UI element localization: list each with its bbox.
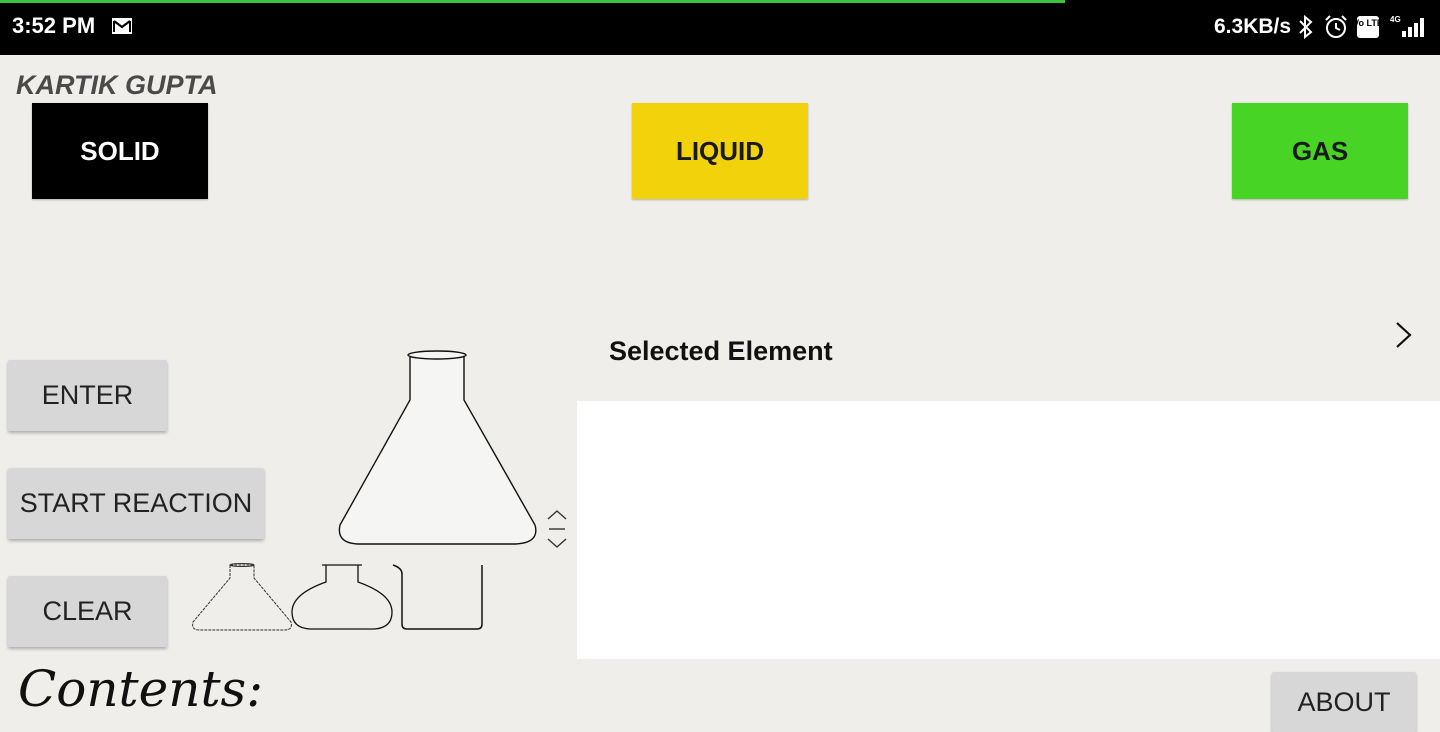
conical-flask-large-icon	[338, 350, 537, 545]
gmail-icon	[112, 18, 132, 34]
about-button[interactable]: ABOUT	[1272, 672, 1416, 732]
liquid-button[interactable]: LIQUID	[632, 103, 808, 199]
contents-label: Contents:	[18, 660, 264, 718]
volte-icon: Vo LTE	[1356, 16, 1380, 38]
status-bar: 3:52 PM 6.3KB/s Vo LTE 4G	[0, 0, 1440, 55]
alarm-icon	[1325, 15, 1347, 38]
conical-flask-icon[interactable]	[190, 562, 294, 632]
clear-button[interactable]: CLEAR	[8, 576, 167, 647]
beaker-icon[interactable]	[390, 562, 490, 634]
svg-text:4G: 4G	[1390, 15, 1401, 24]
solid-button[interactable]: SOLID	[32, 103, 208, 199]
signal-4g-icon: 4G	[1390, 15, 1424, 37]
apparatus-picker-arrows[interactable]	[545, 508, 569, 550]
user-name: KARTIK GUPTA	[16, 70, 218, 100]
status-time: 3:52 PM	[12, 13, 96, 38]
round-bottom-flask-icon[interactable]	[290, 562, 394, 632]
gas-button[interactable]: GAS	[1232, 103, 1408, 199]
start-reaction-button[interactable]: START REACTION	[8, 468, 264, 539]
selected-element-label: Selected Element	[609, 336, 833, 366]
bluetooth-icon	[1299, 14, 1313, 40]
page-load-progress	[0, 0, 1065, 3]
svg-text:Vo LTE: Vo LTE	[1356, 18, 1380, 28]
chevron-right-icon[interactable]	[1392, 320, 1416, 350]
network-speed: 6.3KB/s	[1214, 15, 1292, 38]
enter-button[interactable]: ENTER	[8, 360, 167, 431]
selected-element-panel	[577, 401, 1440, 659]
